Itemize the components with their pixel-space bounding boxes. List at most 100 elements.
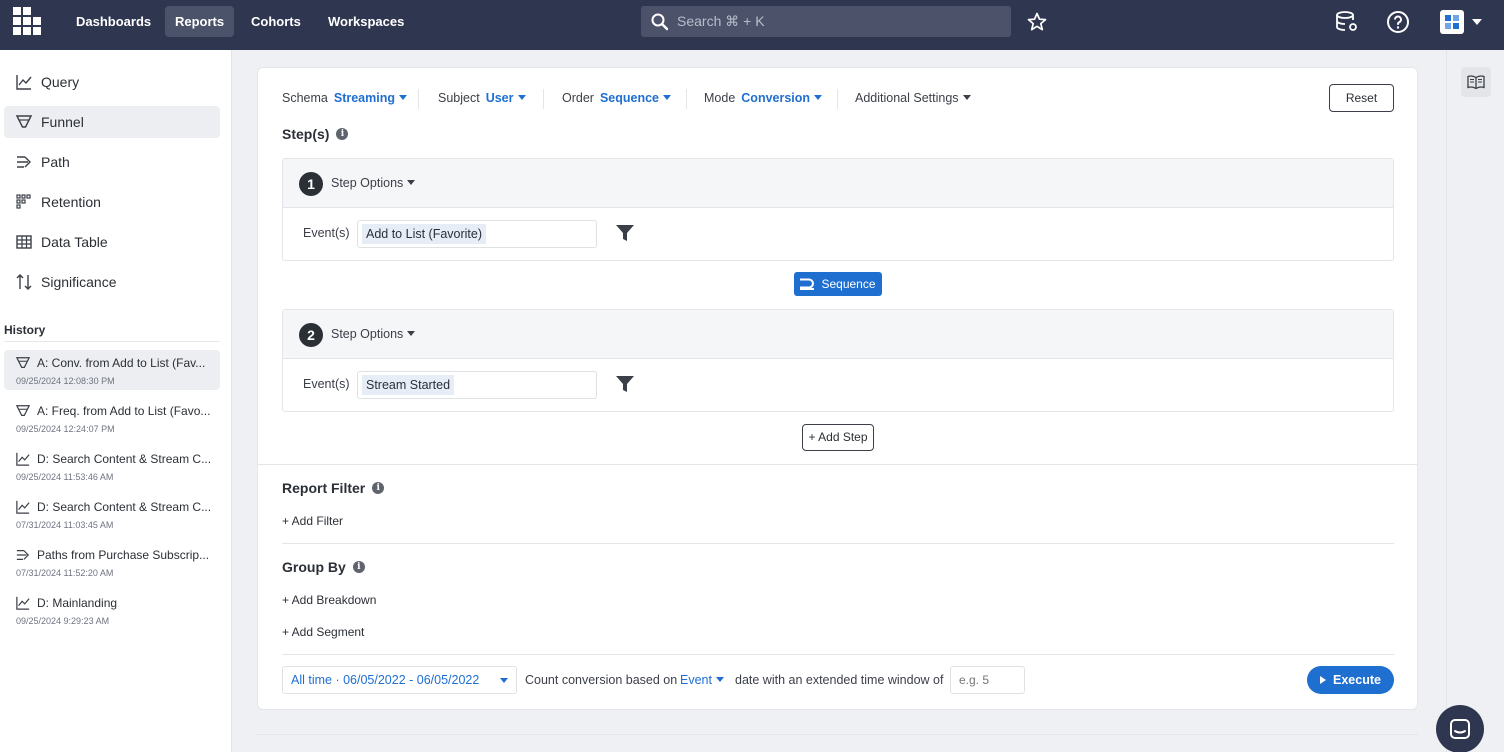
event-tag[interactable]: Add to List (Favorite) — [362, 224, 487, 244]
search-icon — [651, 13, 669, 30]
info-icon[interactable]: i — [352, 561, 365, 573]
history-item-title: D: Search Content & Stream C... — [37, 452, 212, 466]
count-basis-value: Event — [680, 673, 712, 687]
step-number-badge: 1 — [299, 172, 323, 196]
event-select[interactable]: Stream Started — [357, 371, 597, 399]
sidebar-item-funnel[interactable]: Funnel — [4, 106, 220, 138]
chevron-down-icon[interactable] — [1472, 19, 1482, 25]
history-item[interactable]: D: Search Content & Stream C... 09/25/20… — [4, 446, 220, 486]
filter-icon[interactable] — [616, 225, 634, 242]
report-builder-card: Schema Streaming Subject User Order Sequenc… — [257, 67, 1418, 710]
history-item-date: 09/25/2024 11:53:46 AM — [16, 472, 114, 482]
history-item[interactable]: A: Freq. from Add to List (Favo... 09/25… — [4, 398, 220, 438]
chevron-down-icon — [715, 677, 724, 682]
event-select[interactable]: Add to List (Favorite) — [357, 220, 597, 248]
step-header: 2 Step Options — [283, 310, 1393, 359]
nav-reports[interactable]: Reports — [165, 6, 235, 37]
sidebar-item-query[interactable]: Query — [4, 66, 220, 98]
sidebar-item-significance[interactable]: Significance — [4, 266, 220, 298]
add-segment-link[interactable]: + Add Segment — [282, 625, 364, 639]
funnel-icon — [16, 357, 30, 368]
chat-launcher-button[interactable] — [1436, 705, 1484, 752]
history-item-title: D: Mainlanding — [37, 596, 118, 610]
workspace-avatar-icon[interactable] — [1440, 10, 1464, 34]
sidebar-item-label: Data Table — [41, 234, 108, 250]
add-filter-link[interactable]: + Add Filter — [282, 514, 343, 528]
retention-icon — [16, 194, 32, 210]
date-range-select[interactable]: All time · 06/05/2022 - 06/05/2022 — [282, 666, 517, 694]
subject-value: User — [485, 91, 514, 105]
event-tag[interactable]: Stream Started — [362, 375, 455, 395]
history-item[interactable]: A: Conv. from Add to List (Fav... 09/25/… — [4, 350, 220, 390]
funnel-step-2: 2 Step Options Event(s) Stream Started — [282, 309, 1394, 412]
history-item[interactable]: D: Mainlanding 09/25/2024 9:29:23 AM — [4, 590, 220, 630]
chevron-down-icon — [399, 95, 407, 100]
history-item-date: 07/31/2024 11:03:45 AM — [16, 520, 114, 530]
step-options-dropdown[interactable]: Step Options — [331, 176, 416, 190]
schema-select[interactable]: Schema Streaming — [282, 91, 407, 105]
history-item-title: D: Search Content & Stream C... — [37, 500, 212, 514]
execute-label: Execute — [1333, 673, 1381, 687]
steps-title: Step(s) i — [282, 126, 349, 142]
filter-icon[interactable] — [616, 376, 634, 393]
time-window-text: date with an extended time window of — [735, 673, 944, 687]
add-step-button[interactable]: + Add Step — [802, 424, 874, 451]
sidebar-item-label: Path — [41, 154, 70, 170]
sidebar-item-retention[interactable]: Retention — [4, 186, 220, 218]
reset-button[interactable]: Reset — [1329, 84, 1394, 112]
chat-icon — [1450, 719, 1470, 739]
line-chart-icon — [16, 74, 32, 90]
line-chart-icon — [16, 596, 30, 610]
count-basis-select[interactable]: Event — [680, 673, 724, 687]
sequence-icon — [800, 278, 815, 290]
time-window-input[interactable] — [950, 666, 1025, 694]
step-options-label: Step Options — [331, 327, 404, 341]
info-icon[interactable]: i — [336, 128, 349, 140]
order-select[interactable]: Order Sequence — [562, 91, 672, 105]
step-options-dropdown[interactable]: Step Options — [331, 327, 416, 341]
order-value: Sequence — [599, 91, 660, 105]
additional-settings-dropdown[interactable]: Additional Settings — [855, 91, 971, 105]
significance-icon — [16, 274, 32, 290]
divider — [837, 89, 838, 109]
sidebar-item-path[interactable]: Path — [4, 146, 220, 178]
app-logo-icon[interactable] — [13, 7, 43, 37]
history-item-date: 09/25/2024 9:29:23 AM — [16, 616, 110, 626]
date-range-value: All time · 06/05/2022 - 06/05/2022 — [291, 673, 480, 687]
nav-cohorts[interactable]: Cohorts — [241, 6, 311, 37]
play-icon — [1320, 676, 1327, 684]
nav-workspaces[interactable]: Workspaces — [318, 6, 414, 37]
line-chart-icon — [16, 500, 30, 514]
schema-value: Streaming — [333, 91, 395, 105]
sidebar-item-label: Retention — [41, 194, 101, 210]
divider — [258, 464, 1417, 465]
info-icon[interactable]: i — [372, 482, 385, 494]
search-input[interactable]: Search ⌘ + K — [641, 6, 1011, 37]
database-settings-icon[interactable] — [1335, 10, 1359, 34]
history-item-title: A: Freq. from Add to List (Favo... — [37, 404, 211, 418]
nav-dashboards[interactable]: Dashboards — [66, 6, 161, 37]
star-icon[interactable] — [1027, 12, 1047, 32]
documentation-button[interactable] — [1461, 67, 1491, 97]
history-item[interactable]: D: Search Content & Stream C... 07/31/20… — [4, 494, 220, 534]
sidebar-item-data-table[interactable]: Data Table — [4, 226, 220, 258]
chevron-down-icon — [517, 95, 526, 100]
add-breakdown-link[interactable]: + Add Breakdown — [282, 593, 376, 607]
help-icon[interactable] — [1386, 10, 1410, 34]
chevron-down-icon — [814, 95, 823, 100]
history-item[interactable]: Paths from Purchase Subscrip... 07/31/20… — [4, 542, 220, 582]
mode-select[interactable]: Mode Conversion — [704, 91, 823, 105]
sequence-button[interactable]: Sequence — [794, 272, 882, 296]
subject-select[interactable]: Subject User — [438, 91, 526, 105]
line-chart-icon — [16, 452, 30, 466]
divider — [686, 89, 687, 109]
events-label: Event(s) — [303, 226, 350, 240]
step-header: 1 Step Options — [283, 159, 1393, 208]
group-by-title: Group By i — [282, 559, 365, 575]
execute-button[interactable]: Execute — [1307, 666, 1394, 694]
path-icon — [16, 154, 32, 170]
group-by-title-text: Group By — [282, 559, 346, 575]
sidebar-item-label: Significance — [41, 274, 117, 290]
chevron-down-icon — [407, 331, 416, 336]
step-options-label: Step Options — [331, 176, 404, 190]
